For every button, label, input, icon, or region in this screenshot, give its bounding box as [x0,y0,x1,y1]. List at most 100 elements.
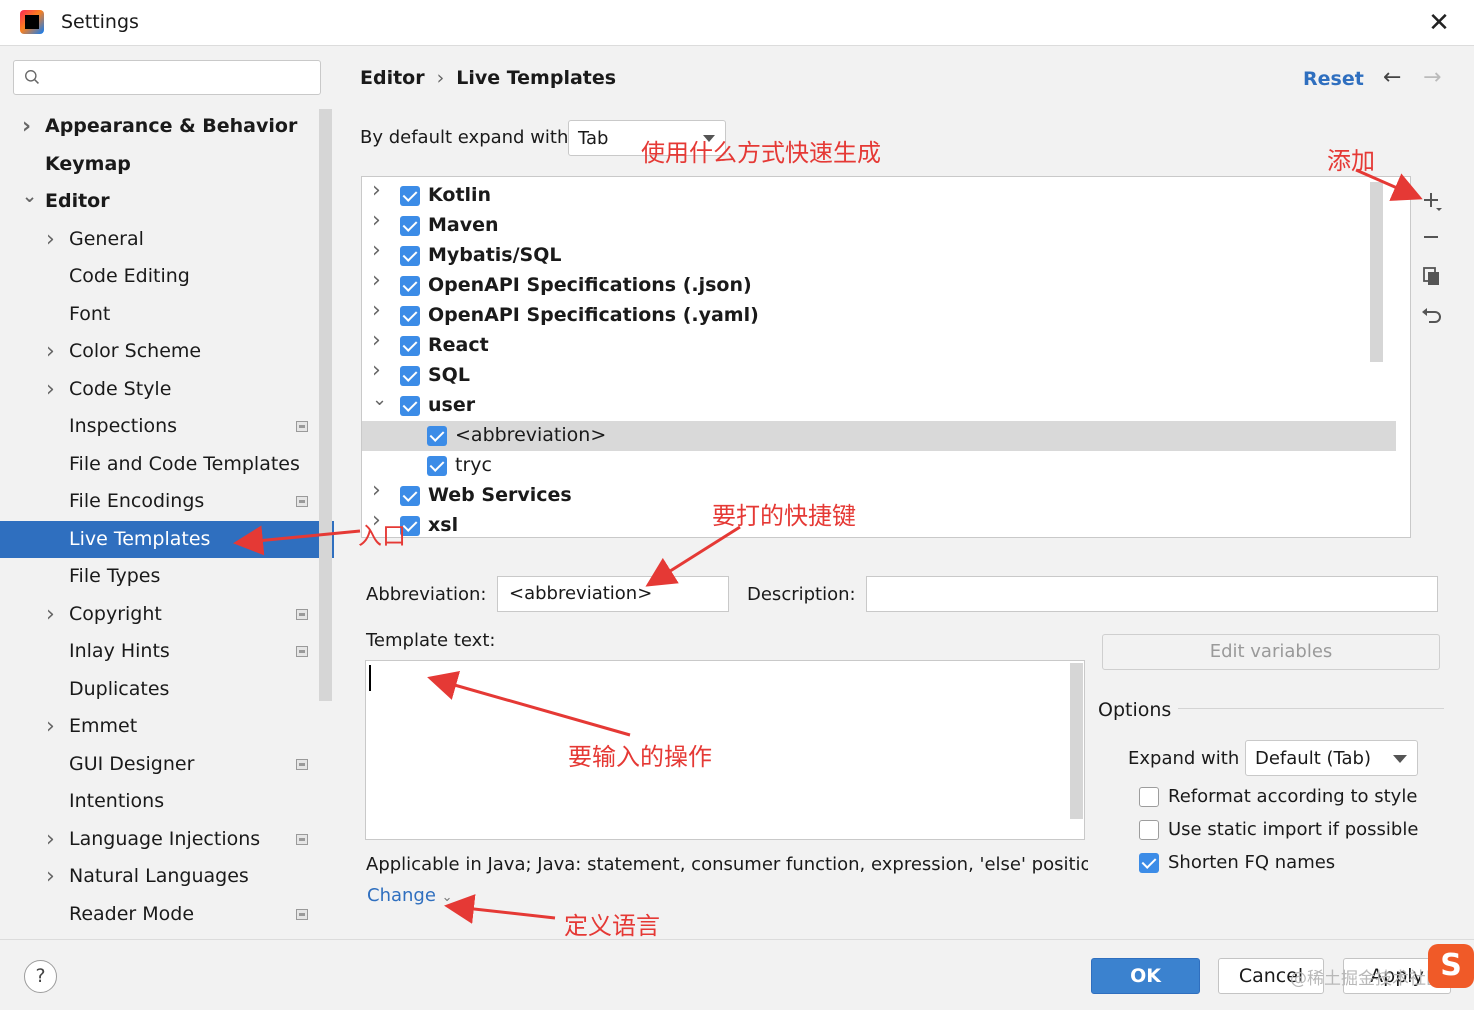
template-enabled-checkbox[interactable] [400,216,420,236]
template-row[interactable]: tryc [362,451,1396,481]
sidebar-item-label: Emmet [69,715,138,737]
sidebar-item-label: Copyright [69,602,162,625]
sidebar-item-label: Reader Mode [69,902,195,925]
title-bar: Settings ✕ [0,0,1474,46]
description-input[interactable] [866,576,1438,612]
sidebar-item[interactable]: Inlay Hints [0,633,334,671]
template-enabled-checkbox[interactable] [400,336,420,356]
sidebar-item[interactable]: File Encodings [0,483,334,521]
sidebar-item[interactable]: › Copyright [0,596,334,634]
chevron-right-icon[interactable]: › [46,333,60,371]
template-group-row[interactable]: › Web Services [362,478,1396,511]
chevron-right-icon[interactable]: › [372,178,381,203]
sidebar-item[interactable]: Keymap [0,146,334,184]
sidebar-item[interactable]: File and Code Templates [0,446,334,484]
search-input[interactable] [13,60,321,95]
sidebar-item[interactable]: › Color Scheme [0,333,334,371]
template-group-row[interactable]: › OpenAPI Specifications (.json) [362,268,1396,301]
sidebar-item[interactable]: Reader Mode [0,896,334,934]
template-enabled-checkbox[interactable] [400,306,420,326]
templates-list-scrollbar[interactable] [1370,182,1383,362]
sidebar-item[interactable]: › Natural Languages [0,858,334,896]
live-templates-list[interactable]: › Kotlin › Maven › Mybatis/SQL › OpenAPI Specif… [361,176,1411,538]
applicable-contexts-text: Applicable in Java; Java: statement, con… [366,854,1088,875]
breadcrumb-parent[interactable]: Editor [360,67,425,89]
chevron-right-icon[interactable]: › [46,708,60,746]
sidebar-item[interactable]: Live Templates [0,520,334,558]
abbreviation-input[interactable]: <abbreviation> [497,576,729,612]
template-group-row[interactable]: › Kotlin [362,178,1396,211]
edit-variables-button[interactable]: Edit variables [1102,634,1440,670]
template-label: Web Services [428,484,572,506]
sidebar-item[interactable]: › Code Style [0,371,334,409]
reformat-checkbox[interactable] [1139,787,1159,807]
template-enabled-checkbox[interactable] [427,456,447,476]
template-group-row[interactable]: › React [362,328,1396,361]
sidebar-item[interactable]: › General [0,221,334,259]
template-enabled-checkbox[interactable] [400,396,420,416]
close-icon[interactable]: ✕ [1424,8,1454,38]
sidebar-item[interactable]: File Types [0,558,334,596]
sidebar-item[interactable]: Code Editing [0,258,334,296]
sidebar-item[interactable]: Duplicates [0,671,334,709]
template-group-row[interactable]: › SQL [362,358,1396,391]
template-row[interactable]: <abbreviation> [362,421,1396,451]
copy-icon[interactable] [1417,262,1445,290]
arrow-right-icon[interactable]: → [1423,65,1441,90]
template-group-row[interactable]: › Maven [362,208,1396,241]
chevron-right-icon[interactable]: › [372,358,381,383]
template-enabled-checkbox[interactable] [400,186,420,206]
chevron-right-icon[interactable]: › [22,108,36,146]
template-label: OpenAPI Specifications (.json) [428,274,752,296]
reset-button[interactable]: Reset [1303,68,1364,90]
template-group-row[interactable]: › Mybatis/SQL [362,238,1396,271]
template-enabled-checkbox[interactable] [400,486,420,506]
template-enabled-checkbox[interactable] [400,276,420,296]
options-title: Options [1098,699,1172,721]
chevron-right-icon[interactable]: › [372,208,381,233]
sidebar-item[interactable]: GUI Designer [0,746,334,784]
template-group-row[interactable]: › OpenAPI Specifications (.yaml) [362,298,1396,331]
sidebar-item[interactable]: Font [0,296,334,334]
chevron-right-icon[interactable]: › [46,371,60,409]
chevron-right-icon[interactable]: › [372,328,381,353]
expand-with-dropdown[interactable]: Default (Tab) [1245,740,1418,776]
ok-button[interactable]: OK [1091,958,1200,994]
change-contexts-link[interactable]: Change ⌄ [367,885,453,906]
chevron-right-icon[interactable]: › [46,221,60,259]
static-import-label[interactable]: Use static import if possible [1168,819,1418,840]
add-icon[interactable] [1417,187,1445,215]
chevron-right-icon[interactable]: › [46,858,60,896]
chevron-down-icon[interactable]: ⌄ [22,178,37,216]
sidebar-item[interactable]: Intentions [0,783,334,821]
template-enabled-checkbox[interactable] [400,246,420,266]
template-text-scrollbar[interactable] [1070,663,1083,819]
chevron-right-icon[interactable]: › [46,821,60,859]
static-import-checkbox[interactable] [1139,820,1159,840]
sidebar-item[interactable]: ⌄ Editor [0,183,334,221]
help-button[interactable]: ? [24,960,57,993]
sidebar-scrollbar[interactable] [319,109,332,701]
sidebar-item[interactable]: › Language Injections [0,821,334,859]
chevron-down-icon[interactable]: ⌄ [372,389,387,410]
shorten-fq-label[interactable]: Shorten FQ names [1168,852,1335,873]
sidebar-item[interactable]: › Emmet [0,708,334,746]
shorten-fq-checkbox[interactable] [1139,853,1159,873]
sidebar-item[interactable]: Inspections [0,408,334,446]
chevron-right-icon[interactable]: › [372,238,381,263]
remove-icon[interactable] [1417,223,1445,251]
chevron-right-icon[interactable]: › [372,298,381,323]
template-group-row[interactable]: ⌄ user [362,389,1396,421]
restore-icon[interactable] [1417,301,1445,329]
reformat-label[interactable]: Reformat according to style [1168,786,1417,807]
arrow-left-icon[interactable]: ← [1383,65,1401,90]
sidebar-item[interactable]: › Appearance & Behavior [0,108,334,146]
chevron-right-icon[interactable]: › [46,596,60,634]
chevron-right-icon[interactable]: › [372,268,381,293]
template-text-editor[interactable] [365,660,1085,840]
chevron-right-icon[interactable]: › [372,478,381,503]
template-enabled-checkbox[interactable] [400,366,420,386]
chevron-down-icon: ⌄ [441,890,453,905]
template-group-row[interactable]: › xsl [362,508,1396,537]
template-enabled-checkbox[interactable] [427,426,447,446]
